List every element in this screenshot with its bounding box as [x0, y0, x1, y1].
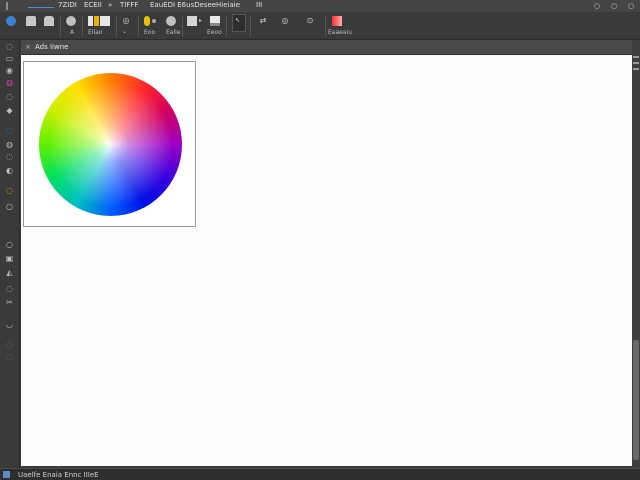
- tool-lasso-icon[interactable]: ◌: [4, 42, 15, 51]
- brush-label: Eoo: [144, 29, 156, 36]
- colors-label: Ellao: [88, 29, 103, 36]
- sync-icon[interactable]: ⇄: [256, 16, 270, 26]
- tool-smudge-icon[interactable]: ◌: [4, 92, 15, 101]
- color-wheel-image: [39, 73, 182, 216]
- eraser-icon[interactable]: [166, 16, 176, 26]
- image-label: Eeoo: [207, 29, 222, 36]
- tool-text-icon[interactable]: ◌: [4, 152, 15, 161]
- toolbar-separator: [226, 15, 227, 37]
- right-panel-scrollbar[interactable]: [632, 40, 640, 468]
- menu-bar: 7ZIDI ECEII » TIFFF EauEDI E6usDesee Hie…: [0, 0, 640, 12]
- panel-handle-icon[interactable]: [633, 68, 639, 70]
- color-picker-label: Eaaeaiu: [328, 29, 352, 36]
- menu-item-5[interactable]: EauEDI E6usDesee: [150, 1, 216, 10]
- view-icon[interactable]: ◎: [278, 16, 292, 26]
- toolbar-separator: [138, 15, 139, 37]
- toolbar-separator: [60, 15, 61, 37]
- background-swatch-icon[interactable]: [100, 16, 110, 26]
- tool-stamp-icon[interactable]: ▣: [4, 254, 15, 263]
- menu-item-3[interactable]: »: [108, 1, 112, 10]
- tool-hand-icon[interactable]: ◡: [4, 320, 15, 329]
- tool-misc-icon[interactable]: ◌: [4, 352, 15, 361]
- toolbox: ◌ ▭ ◉ ◍ ◌ ◆ ◌ ◍ ◌ ◐ ◌ ○ ○ ▣ ◭ ◌ ✂ ◡ ◌ ◌: [0, 40, 20, 468]
- menu-item-1[interactable]: 7ZIDI: [58, 1, 77, 10]
- save-icon[interactable]: [44, 16, 54, 26]
- tool-select-icon[interactable]: ▭: [4, 54, 15, 63]
- toolbar-separator: [82, 15, 83, 37]
- menu-item-2[interactable]: ECEII: [84, 1, 102, 10]
- tool-rotate-icon[interactable]: ◌: [4, 340, 15, 349]
- image-icon[interactable]: [210, 16, 220, 26]
- tool-bucket-icon[interactable]: ◭: [4, 268, 15, 277]
- pointer-glyph: ↖: [235, 17, 241, 24]
- toolbar-separator: [250, 15, 251, 37]
- history-label: A: [70, 29, 75, 36]
- active-document-indicator: [28, 7, 54, 8]
- menu-item-4[interactable]: TIFFF: [120, 1, 138, 10]
- maximize-button[interactable]: ○: [610, 2, 618, 10]
- tool-circle-icon[interactable]: ○: [4, 240, 15, 249]
- palette-icon[interactable]: [94, 16, 99, 26]
- foreground-swatch-icon[interactable]: [88, 16, 93, 26]
- tool-scissors-icon[interactable]: ✂: [4, 298, 15, 307]
- eraser-label: Ealie: [166, 29, 181, 36]
- brush-dot-icon: [152, 19, 156, 23]
- status-text: Uaelfe Enaia Ennc IIIeE: [18, 471, 99, 479]
- brush-icon[interactable]: [144, 16, 150, 26]
- toolbar-separator: [325, 15, 326, 37]
- menu-item-6[interactable]: Hieiaie: [216, 1, 240, 10]
- panel-handle-icon[interactable]: [633, 62, 639, 64]
- color-picker-icon[interactable]: [332, 16, 342, 26]
- menu-item-7[interactable]: III: [256, 1, 262, 10]
- close-button[interactable]: ○: [627, 2, 635, 10]
- layer-caret: ▸: [199, 17, 203, 24]
- tool-shape-icon[interactable]: ◐: [4, 166, 15, 175]
- tool-highlight-icon[interactable]: ◌: [4, 186, 15, 195]
- minimize-button[interactable]: ○: [593, 2, 601, 10]
- image-frame[interactable]: [23, 61, 196, 227]
- status-icon: [3, 471, 10, 478]
- tab-close-icon[interactable]: ×: [25, 43, 33, 51]
- document-tab-bar: × Ads Iiwne: [21, 40, 632, 55]
- settings-icon[interactable]: ◎: [121, 16, 131, 26]
- drawing-canvas[interactable]: [21, 55, 632, 466]
- tool-brush-icon[interactable]: ◉: [4, 66, 15, 75]
- panel-handle-icon[interactable]: [633, 56, 639, 58]
- tool-color-icon[interactable]: ◍: [4, 78, 15, 87]
- status-bar: Uaelfe Enaia Ennc IIIeE: [0, 468, 640, 480]
- tool-fill-icon[interactable]: ◌: [4, 126, 15, 135]
- settings-caret: ⌄: [122, 28, 128, 35]
- toolbar-separator: [116, 15, 117, 37]
- tool-zoom-icon[interactable]: ○: [4, 202, 15, 211]
- new-document-icon[interactable]: [6, 16, 16, 26]
- tool-gradient-icon[interactable]: ◍: [4, 140, 15, 149]
- scroll-thumb[interactable]: [633, 340, 639, 460]
- tool-pen-icon[interactable]: ◌: [4, 284, 15, 293]
- open-folder-icon[interactable]: [26, 16, 36, 26]
- toolbar: A Ellao ◎ ⌄ Eoo Ealie ▸ Eeoo ↖ ⇄ ◎ ⊙ Eaa…: [0, 12, 640, 40]
- window-grip: [6, 2, 8, 10]
- options-icon[interactable]: ⊙: [303, 16, 317, 26]
- document-tab-title[interactable]: Ads Iiwne: [35, 43, 68, 52]
- tool-eyedropper-icon[interactable]: ◆: [4, 106, 15, 115]
- history-icon[interactable]: [66, 16, 76, 26]
- layer-icon[interactable]: [187, 16, 197, 26]
- toolbar-separator: [182, 15, 183, 37]
